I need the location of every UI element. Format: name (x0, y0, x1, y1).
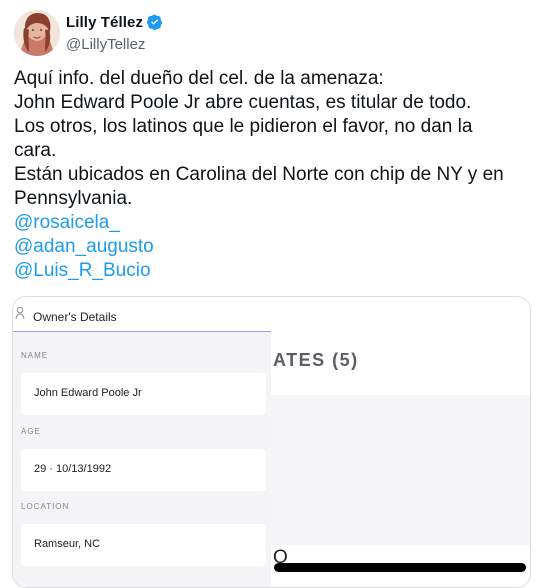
cropped-heading: ATES (5) (273, 350, 359, 370)
mention-link[interactable]: @adan_augusto (14, 235, 529, 259)
mention-link[interactable]: @Luis_R_Bucio (14, 259, 529, 283)
age-value: 29 · 10/13/1992 (34, 463, 112, 475)
cropped-right-panel: ATES (5) O (271, 297, 530, 587)
user-meta: Lilly Téllez @LillyTellez (66, 12, 366, 53)
tweet-text-line: Los otros, los latinos que le pidieron e… (14, 116, 473, 137)
location-value: Ramseur, NC (34, 538, 101, 550)
tweet-header: Lilly Téllez @LillyTellez (14, 10, 524, 58)
name-label: NAME (21, 351, 49, 360)
owner-details-panel: Owner's Details NAME John Edward Poole J… (13, 297, 271, 587)
cropped-row: O (271, 395, 530, 568)
location-field: Ramseur, NC (21, 524, 266, 566)
tweet-text-line: Están ubicados en Carolina del Norte con… (14, 164, 504, 185)
tweet-text-line: Aquí info. del dueño del cel. de la amen… (14, 68, 384, 89)
attached-screenshot[interactable]: Owner's Details NAME John Edward Poole J… (12, 296, 531, 588)
owner-details-header: Owner's Details (13, 297, 271, 332)
tweet-text-line: Pennsylvania. (14, 188, 133, 209)
location-label: LOCATION (21, 502, 70, 511)
mention-link[interactable]: @rosaicela_ (14, 211, 529, 235)
display-name-row: Lilly Téllez (66, 12, 366, 32)
user-handle[interactable]: @LillyTellez (66, 36, 366, 53)
owner-details-title: Owner's Details (33, 310, 117, 324)
name-field: John Edward Poole Jr (21, 373, 266, 415)
tweet-text: Aquí info. del dueño del cel. de la amen… (14, 67, 529, 283)
person-icon (15, 306, 25, 320)
tweet-text-line: cara. (14, 140, 57, 161)
verified-badge-icon (147, 14, 163, 30)
name-value: John Edward Poole Jr (34, 387, 142, 399)
display-name[interactable]: Lilly Téllez (66, 14, 143, 31)
redaction-bar (274, 563, 526, 572)
age-label: AGE (21, 427, 41, 436)
age-field: 29 · 10/13/1992 (21, 449, 266, 491)
tweet-text-line: John Edward Poole Jr abre cuentas, es ti… (14, 92, 472, 113)
avatar[interactable] (14, 10, 60, 56)
